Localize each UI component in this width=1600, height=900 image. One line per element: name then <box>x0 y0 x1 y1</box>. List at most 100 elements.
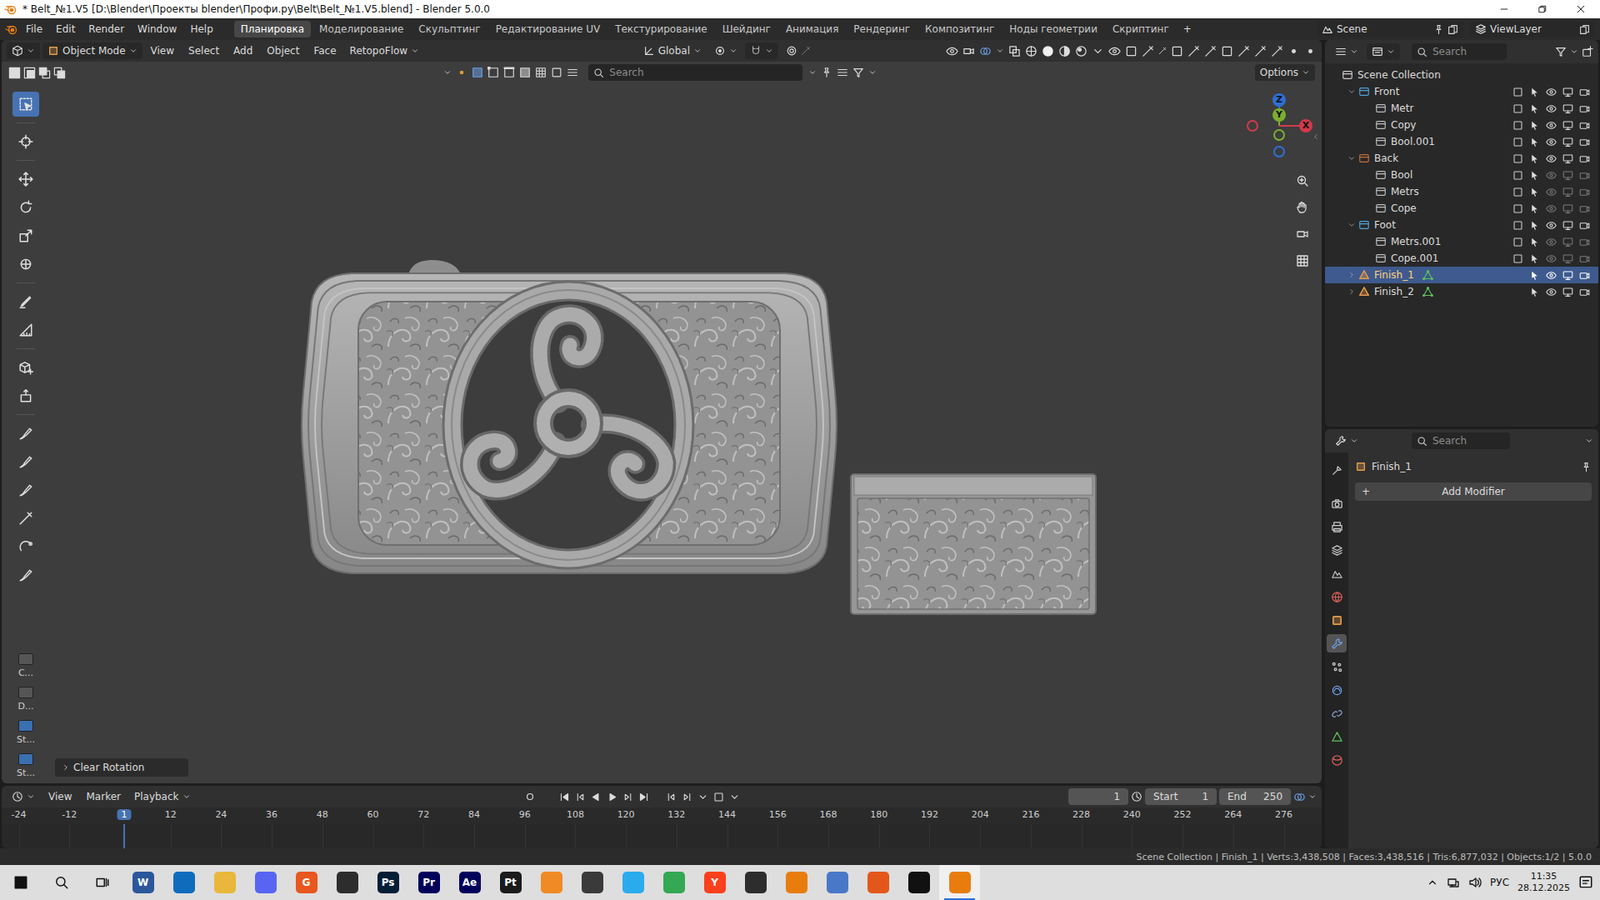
scale-icon[interactable] <box>18 228 34 244</box>
search-field[interactable] <box>1411 432 1510 450</box>
modifier-icon[interactable] <box>1330 637 1344 650</box>
viewport-menu[interactable]: View <box>145 43 180 59</box>
viewcam-icon[interactable] <box>962 45 975 58</box>
zoom-button[interactable] <box>1291 170 1314 192</box>
expand-chevron-icon[interactable] <box>1347 287 1356 296</box>
select-toggle-icon[interactable] <box>1529 236 1540 248</box>
modifier-icon[interactable] <box>1335 435 1347 447</box>
newcol-icon[interactable] <box>1581 45 1594 58</box>
visibility-toggle-icon[interactable] <box>1545 103 1557 115</box>
timeline-menu[interactable]: View <box>42 789 78 805</box>
search-icon[interactable] <box>593 67 605 79</box>
viewport-toggle-icon[interactable] <box>1562 153 1574 165</box>
chevD-icon[interactable] <box>1585 436 1594 445</box>
viewport-toggle-icon[interactable] <box>1562 136 1574 148</box>
workspace-tab[interactable]: Шейдинг <box>715 20 778 38</box>
workspace-tab[interactable]: Скриптинг <box>1105 20 1176 38</box>
select-toggle-icon[interactable] <box>1529 253 1540 265</box>
exclude-checkbox-icon[interactable] <box>1512 103 1524 115</box>
render-toggle-icon[interactable] <box>1579 86 1590 98</box>
chevD-icon[interactable] <box>1350 47 1359 56</box>
particles-icon[interactable] <box>1330 660 1344 674</box>
search-button[interactable] <box>40 865 82 900</box>
play-icon[interactable] <box>606 791 618 803</box>
viewport-toggle-icon[interactable] <box>1562 170 1574 181</box>
sel2-icon[interactable] <box>23 66 36 80</box>
viewport-toggle-icon[interactable] <box>1562 286 1574 298</box>
render-toggle-icon[interactable] <box>1579 153 1590 165</box>
scene-icon[interactable] <box>1330 567 1344 580</box>
grid-icon[interactable] <box>1295 254 1310 268</box>
knife-icon[interactable] <box>1254 45 1267 58</box>
exclude-checkbox-icon[interactable] <box>1512 203 1524 215</box>
orientation-dropdown[interactable]: Global <box>638 42 707 60</box>
taskbar-app[interactable] <box>816 865 858 900</box>
knife-icon[interactable] <box>1237 45 1250 58</box>
sel3-icon[interactable] <box>38 66 51 80</box>
exclude-checkbox-icon[interactable] <box>1512 153 1524 165</box>
viewcam-icon[interactable] <box>1295 227 1310 241</box>
material-icon[interactable] <box>1330 754 1344 767</box>
exclude-checkbox-icon[interactable] <box>1512 253 1524 265</box>
face-icon[interactable] <box>519 66 531 79</box>
tool-button[interactable] <box>12 477 40 503</box>
expand-chevron-icon[interactable] <box>1347 87 1356 96</box>
select-toggle-icon[interactable] <box>1529 270 1540 281</box>
chevD-icon[interactable] <box>868 68 877 77</box>
box-icon[interactable] <box>713 791 725 803</box>
chevD-icon[interactable] <box>1570 47 1579 56</box>
visibility-toggle-icon[interactable] <box>1545 186 1557 198</box>
chevD-icon[interactable] <box>410 46 420 55</box>
menu-item[interactable]: Help <box>184 21 219 37</box>
workspace-tab[interactable]: Рендеринг <box>846 20 917 38</box>
last-operator-panel[interactable]: Clear Rotation <box>55 758 189 777</box>
copy-icon[interactable] <box>1579 24 1590 35</box>
sidebar-toggle[interactable] <box>1311 131 1320 144</box>
minimize-icon[interactable] <box>1499 4 1510 15</box>
properties-tab[interactable] <box>1326 460 1347 480</box>
select-toggle-icon[interactable] <box>1529 170 1540 181</box>
chevD-icon[interactable] <box>765 46 774 55</box>
chevD-icon[interactable] <box>182 792 191 801</box>
viewport-toggle-icon[interactable] <box>1562 86 1574 98</box>
vert-icon[interactable] <box>487 66 500 79</box>
render-toggle-icon[interactable] <box>1579 220 1590 231</box>
mesh-data-icon[interactable] <box>1422 286 1434 298</box>
data-icon[interactable] <box>1330 730 1344 744</box>
search-input[interactable] <box>1430 45 1502 59</box>
toolbar-property[interactable]: St... <box>16 753 35 779</box>
dot-icon[interactable] <box>455 66 468 79</box>
close-button[interactable] <box>1561 0 1600 19</box>
start-frame-field[interactable]: Start1 <box>1145 788 1217 805</box>
sel1-icon[interactable] <box>8 66 21 80</box>
wire-icon[interactable] <box>1025 45 1038 58</box>
maximize-button[interactable] <box>1523 0 1562 19</box>
editor3d-icon[interactable] <box>11 45 24 57</box>
tool-button[interactable] <box>12 195 40 220</box>
taskbar-app[interactable] <box>939 865 980 900</box>
hand-icon[interactable] <box>1295 200 1310 215</box>
search-icon[interactable] <box>1416 435 1428 447</box>
knife-icon[interactable] <box>18 510 34 526</box>
overlay-icon[interactable] <box>979 45 992 58</box>
input-language[interactable]: РУС <box>1490 876 1510 889</box>
scene-icon[interactable] <box>1321 23 1334 35</box>
workspace-tab[interactable]: Скульптинг <box>411 20 487 38</box>
minimize-button[interactable] <box>1485 0 1524 19</box>
search-icon[interactable] <box>54 875 70 890</box>
taskbar-app[interactable] <box>653 865 695 900</box>
mesh-object-icon[interactable] <box>1358 269 1370 281</box>
collection-icon[interactable] <box>1375 102 1387 115</box>
workspace-tab[interactable]: Моделирование <box>312 20 410 38</box>
extrude-icon[interactable] <box>18 388 34 404</box>
select-toggle-icon[interactable] <box>1529 286 1540 298</box>
timeline-track[interactable] <box>1 824 1322 849</box>
collection-icon[interactable] <box>1358 152 1370 165</box>
collection-icon[interactable] <box>1375 235 1387 248</box>
pan-button[interactable] <box>1291 196 1314 219</box>
taskbar-app[interactable]: Ae <box>449 865 490 900</box>
properties-tab[interactable] <box>1326 750 1347 770</box>
end-frame-field[interactable]: End250 <box>1219 788 1291 805</box>
taskbar-app[interactable] <box>612 865 654 900</box>
proportional-group[interactable] <box>780 42 816 60</box>
